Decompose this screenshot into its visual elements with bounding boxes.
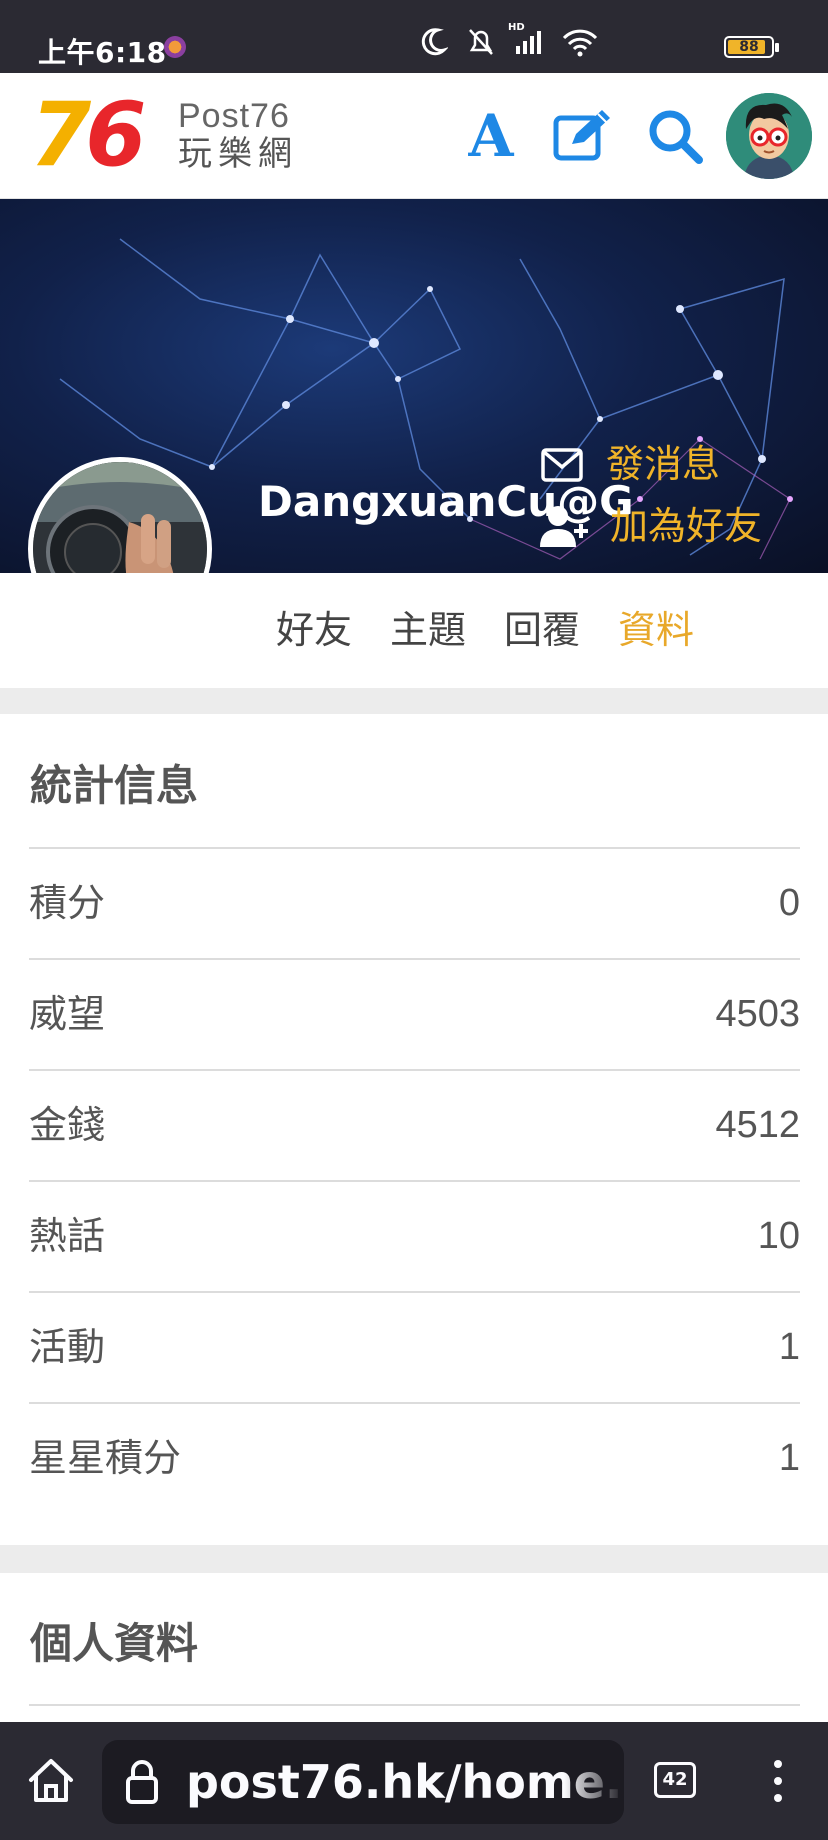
new-post-button[interactable] [550,103,616,169]
site-logo[interactable]: 76 Post76 玩樂網 [30,83,340,186]
stat-value: 0 [778,882,800,924]
tab-threads[interactable]: 主題 [390,605,466,655]
tab-friends[interactable]: 好友 [276,605,352,655]
url-text: post76.hk/home.php [186,1755,624,1809]
stat-row: 星星積分 1 [29,1402,800,1513]
search-icon [649,110,703,164]
personal-title: 個人資料 [30,1619,199,1668]
battery-percent: 88 [739,39,759,55]
send-message-label: 發消息 [606,442,721,486]
site-header: 76 Post76 玩樂網 A [0,73,828,199]
status-icons: HD 88 [408,22,828,66]
stat-value: 4512 [715,1104,800,1146]
logo-english: Post76 [178,97,290,135]
home-icon[interactable] [26,1756,76,1804]
stat-value: 10 [757,1215,800,1257]
stat-value: 4503 [715,993,800,1035]
stat-label: 金錢 [29,1103,106,1147]
stat-label: 星星積分 [29,1436,182,1480]
battery-icon: 88 [724,36,774,58]
stat-row: 活動 1 [29,1291,800,1402]
stat-label: 威望 [29,992,106,1036]
send-message-link[interactable]: 發消息 [540,439,740,489]
stat-label: 活動 [29,1325,106,1369]
stat-row: 積分 0 [29,847,800,958]
address-bar[interactable]: post76.hk/home.php [102,1740,624,1824]
section-divider [0,1545,828,1573]
stat-label: 熱話 [29,1214,106,1258]
notification-app-icon [164,36,186,58]
profile-tabs: 好友 主題 回覆 資料 [0,573,828,688]
stat-row: 金錢 4512 [29,1069,800,1180]
stat-label: 積分 [29,881,106,925]
add-user-icon [540,506,588,547]
font-size-button[interactable]: A [458,103,524,169]
stat-value: 1 [778,1326,800,1368]
edit-icon [553,110,610,161]
status-bar: 上午6:18 HD 88 [0,0,828,73]
signal-icon [516,31,541,54]
moon-icon [421,28,448,56]
user-avatar[interactable] [726,93,812,179]
section-divider [0,688,828,714]
status-time: 上午6:18 [38,36,167,69]
divider-line [29,1704,800,1706]
stat-row: 熱話 10 [29,1180,800,1291]
tab-count-button[interactable]: 42 [654,1762,696,1798]
stat-row: 威望 4503 [29,958,800,1069]
browser-toolbar: post76.hk/home.php 42 [0,1722,828,1840]
logo-number: 76 [30,83,146,186]
envelope-icon [541,448,583,482]
stat-value: 1 [778,1437,800,1479]
logo-chinese: 玩樂網 [178,134,298,174]
more-menu-icon[interactable] [764,1758,792,1804]
battery-nub [775,43,779,52]
lock-icon [126,1760,158,1804]
stats-title: 統計信息 [30,761,199,810]
tab-replies[interactable]: 回覆 [504,605,580,655]
url-fade [564,1740,624,1824]
tab-profile[interactable]: 資料 [618,605,694,655]
mute-bell-icon [469,29,493,55]
search-button[interactable] [642,103,708,169]
wifi-icon [562,29,598,57]
avatar-image [726,93,812,179]
add-friend-label: 加為好友 [610,504,763,548]
add-friend-link[interactable]: 加為好友 [540,499,780,553]
